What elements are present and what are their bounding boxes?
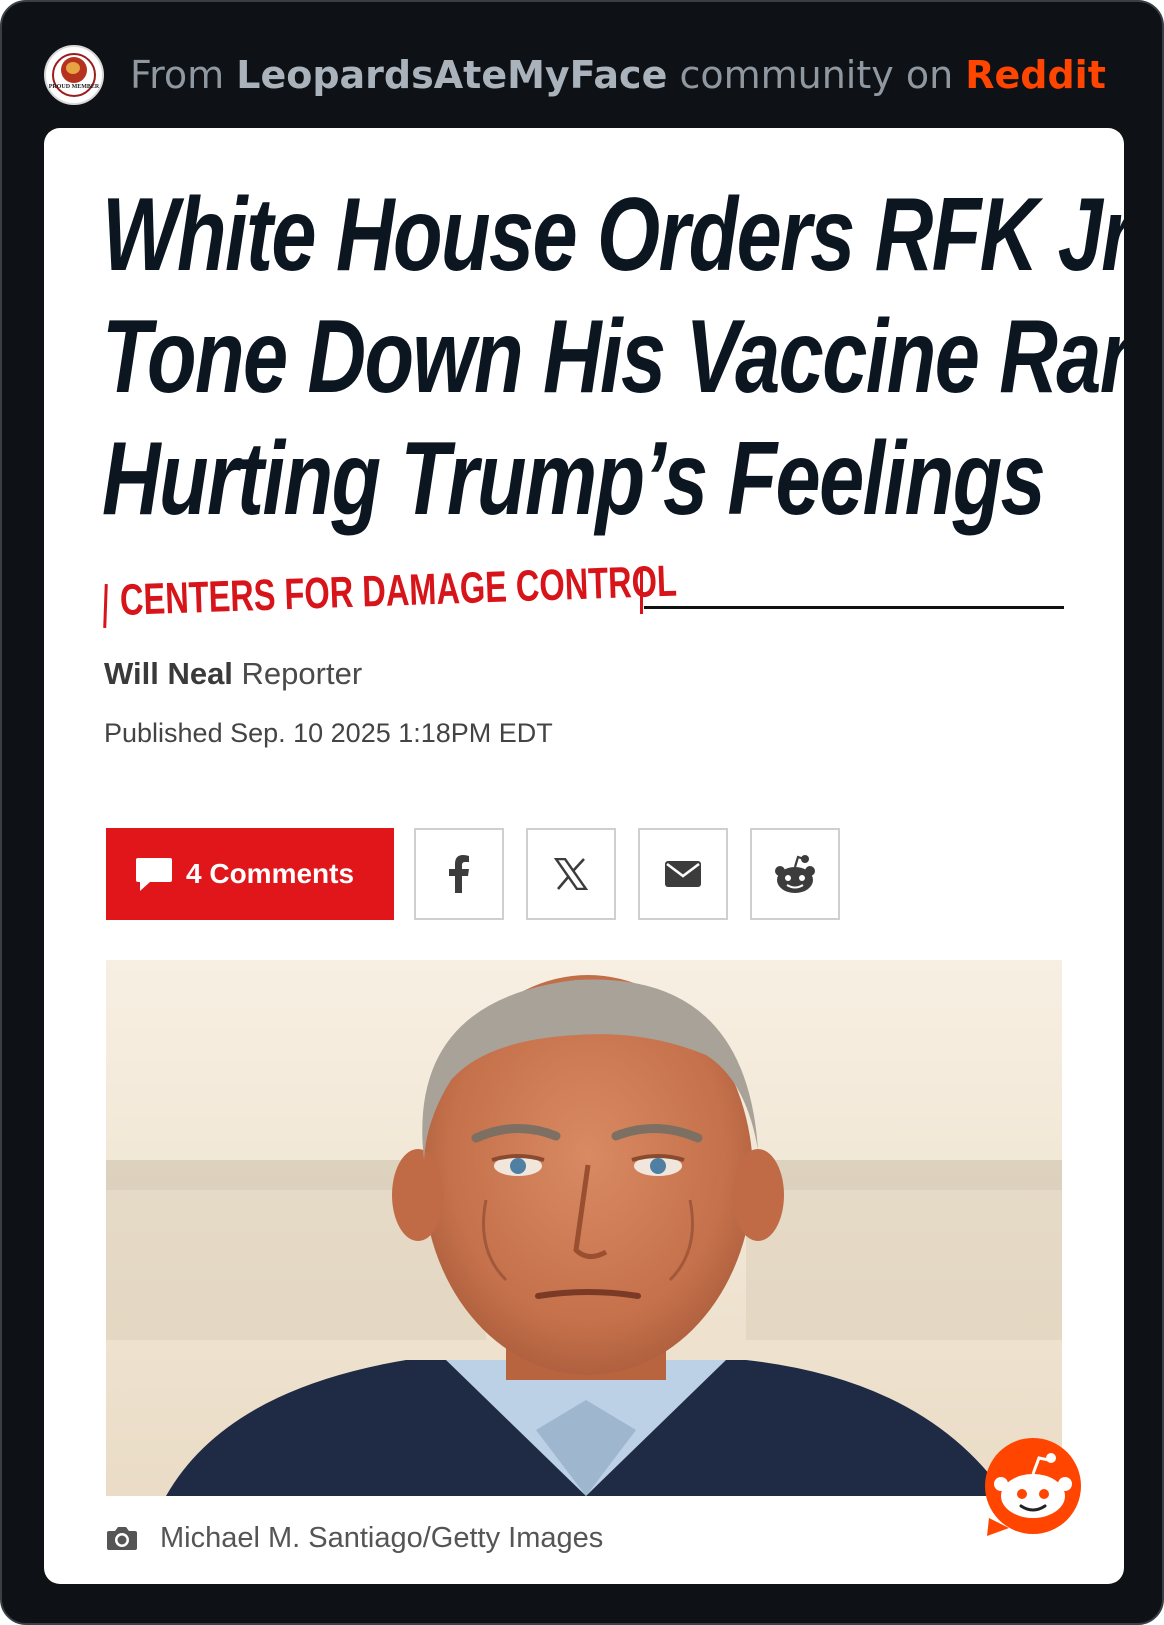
article-card: White House Orders RFK Jr. to Tone Down …: [44, 128, 1124, 1584]
section-tag: CENTERS FOR DAMAGE CONTROL: [102, 557, 1064, 629]
source-prefix: From: [130, 53, 225, 97]
article-photo: [106, 960, 1062, 1496]
source-header: PROUD MEMBER From LeopardsAteMyFace comm…: [44, 42, 1106, 108]
photo-credit: Michael M. Santiago/Getty Images: [160, 1521, 604, 1554]
comments-label: 4 Comments: [186, 858, 355, 889]
headline-line-2: Tone Down His Vaccine Rants: [102, 299, 1124, 415]
source-line: From LeopardsAteMyFace community on Redd…: [130, 53, 1106, 97]
tag-bar-left: [103, 583, 108, 629]
community-link[interactable]: LeopardsAteMyFace: [236, 53, 667, 97]
author-role: Reporter: [241, 656, 363, 691]
share-card-frame: PROUD MEMBER From LeopardsAteMyFace comm…: [0, 0, 1164, 1625]
reddit-snoo-icon[interactable]: [983, 1436, 1083, 1540]
camera-icon: [107, 1527, 137, 1550]
tag-rule: [644, 606, 1064, 609]
share-bar: 4 Comments: [106, 828, 862, 920]
photo-caption: Michael M. Santiago/Getty Images: [106, 1518, 603, 1558]
tag-bar-right: [640, 570, 643, 614]
reddit-share-button[interactable]: [750, 828, 840, 920]
badge-text: PROUD MEMBER: [48, 84, 100, 90]
email-share-button[interactable]: [638, 828, 728, 920]
x-share-button[interactable]: [526, 828, 616, 920]
comment-bubble-icon: [136, 858, 172, 891]
author-name[interactable]: Will Neal: [104, 656, 233, 691]
byline: Will Neal Reporter: [104, 656, 362, 692]
facebook-share-button[interactable]: [414, 828, 504, 920]
source-middle: community on: [679, 53, 954, 97]
community-badge-icon: PROUD MEMBER: [44, 45, 104, 105]
headline-line-1: White House Orders RFK Jr. to: [102, 177, 1124, 293]
tag-label[interactable]: CENTERS FOR DAMAGE CONTROL: [119, 557, 678, 626]
reddit-icon: [775, 855, 815, 893]
comments-button[interactable]: 4 Comments: [106, 828, 394, 920]
x-icon: [554, 858, 588, 890]
facebook-icon: [449, 855, 469, 893]
email-icon: [665, 861, 701, 887]
reddit-link[interactable]: Reddit: [965, 53, 1106, 97]
headline-line-3: Hurting Trump’s Feelings: [102, 421, 1046, 537]
publish-date: Published Sep. 10 2025 1:18PM EDT: [104, 718, 553, 748]
headline: White House Orders RFK Jr. to Tone Down …: [102, 174, 1124, 540]
portrait-illustration: [106, 960, 1062, 1496]
